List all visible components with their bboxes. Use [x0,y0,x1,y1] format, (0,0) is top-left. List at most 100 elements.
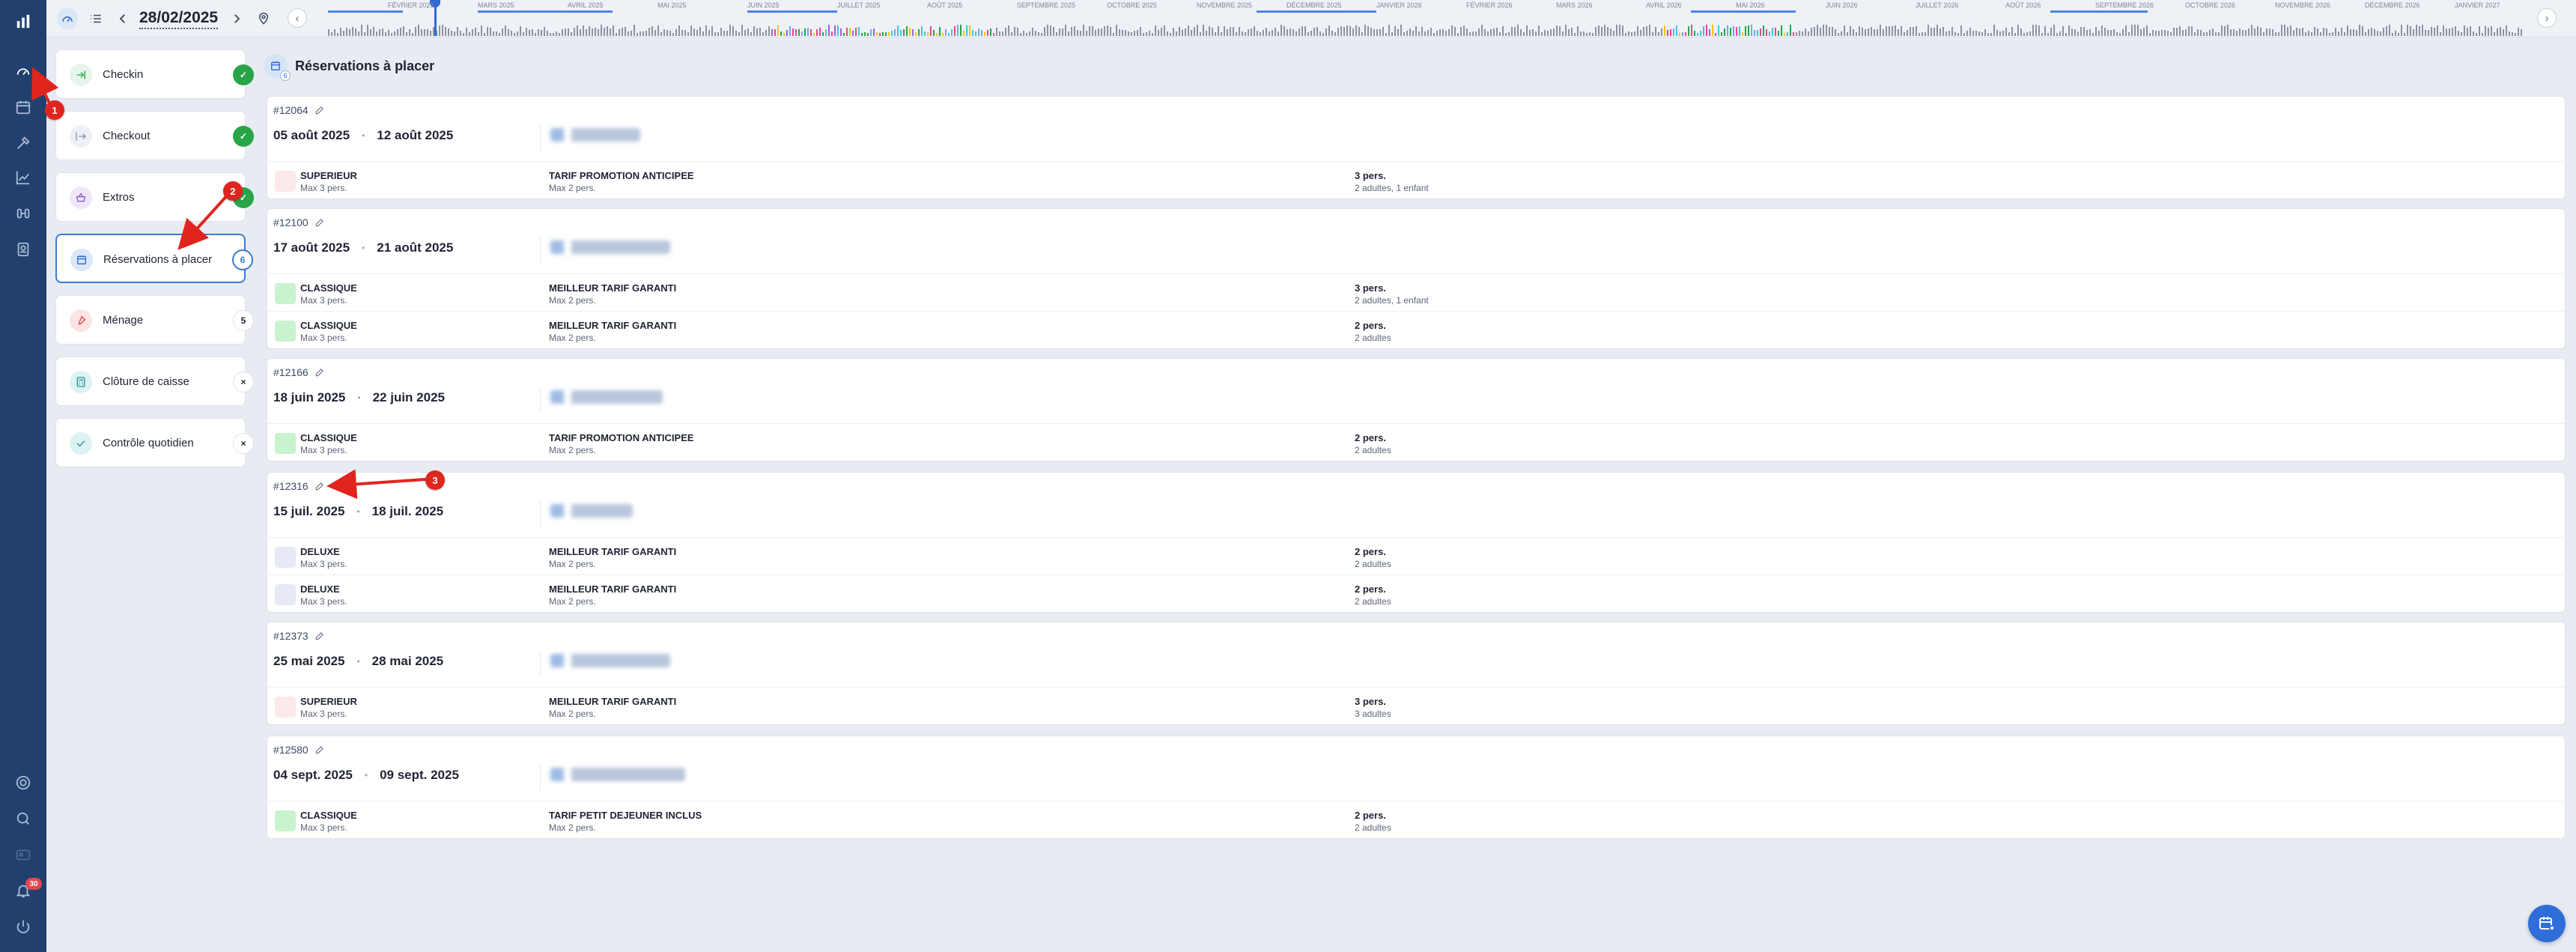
timeline-bar [2002,31,2004,36]
dashboard-icon[interactable] [12,60,34,82]
search-icon[interactable] [12,807,34,830]
timeline-bar [2155,31,2157,36]
timeline-bar [2476,33,2477,36]
timeline-bar [1892,26,1893,36]
dashboard-home-icon[interactable] [57,8,78,29]
room-row[interactable]: CLASSIQUE Max 3 pers. TARIF PROMOTION ANTI… [267,423,2565,461]
room-row[interactable]: CLASSIQUE Max 3 pers. MEILLEUR TARIF GARAN… [267,273,2565,311]
timeline-bar [2395,31,2396,36]
room-row[interactable]: CLASSIQUE Max 3 pers. MEILLEUR TARIF GARAN… [267,311,2565,348]
timeline-bar [1844,25,1845,36]
next-date-icon[interactable] [226,8,247,29]
task-card-cleaning[interactable]: Ménage 5 [55,295,254,345]
timeline-bar [472,29,473,36]
timeline-bar [523,32,524,36]
room-color-swatch [275,283,296,304]
timeline-bar [1385,33,1387,36]
edit-pencil-icon[interactable] [315,481,325,491]
room-capacity: Max 3 pers. [300,596,347,607]
timeline-bar [622,28,623,36]
timeline-bar [1931,28,1932,36]
task-card-reservations[interactable]: Réservations à placer 6 [55,234,253,283]
timeline-bar [1565,25,1567,36]
contacts-icon[interactable] [12,238,34,261]
timeline-bar [2263,32,2264,36]
timeline-bar [1194,27,1195,36]
timeline-bar [1481,25,1483,36]
edit-pencil-icon[interactable] [315,105,325,115]
timeline-bar [1580,31,1582,36]
timeline-bar [2485,26,2486,36]
current-date[interactable]: 28/02/2025 [139,8,219,29]
task-status-badge: 6 [232,249,253,270]
room-row[interactable]: SUPERIEUR Max 3 pers. MEILLEUR TARIF GARAN… [267,687,2565,724]
timeline-bar [1613,31,1614,36]
timeline-month-label: DÉCEMBRE 2025 [1287,1,1342,9]
timeline-next-button[interactable]: › [2537,8,2557,28]
prev-date-icon[interactable] [112,8,133,29]
reservation-card[interactable]: #12064 05 août 2025 • 12 août 2025 SUPERIEUR… [267,96,2566,199]
task-card-checkin[interactable]: Checkin ✓ [55,49,254,99]
room-row[interactable]: SUPERIEUR Max 3 pers. TARIF PROMOTION ANTI… [267,161,2565,198]
timeline-bar [478,32,479,36]
room-row[interactable]: CLASSIQUE Max 3 pers. TARIF PETIT DEJEUNER… [267,801,2565,838]
list-view-icon[interactable] [85,8,106,29]
timeline-bar [1679,33,1680,36]
annotation-marker-2: 2 [223,181,243,201]
calendar-icon[interactable] [12,96,34,118]
support-icon[interactable] [12,771,34,794]
timeline-bar [1559,26,1561,36]
timeline-bar [1382,27,1384,36]
guest-count: 3 pers. [1355,282,1386,294]
tools-icon[interactable] [12,132,34,154]
exchange-icon[interactable] [12,202,34,225]
task-card-extras[interactable]: Extros ✓ [55,172,254,222]
task-card-check[interactable]: Contrôle quotidien × [55,418,254,467]
task-card-checkout[interactable]: Checkout ✓ [55,111,254,160]
edit-pencil-icon[interactable] [315,367,325,378]
timeline-bar [2227,25,2229,36]
guest-count: 2 pers. [1355,432,1386,443]
timeline-bar [409,29,410,36]
timeline-prev-button[interactable]: ‹ [288,8,307,28]
timeline-bar [1871,27,1872,36]
reservation-card[interactable]: #12373 25 mai 2025 • 28 mai 2025 SUPERIEUR Ma… [267,622,2566,725]
timeline-bar [984,32,985,36]
timeline-bar [1284,26,1285,36]
room-row[interactable]: DELUXE Max 3 pers. MEILLEUR TARIF GARANTI M… [267,574,2565,612]
timeline-bar [2146,25,2148,36]
reservation-card[interactable]: #12580 04 sept. 2025 • 09 sept. 2025 CLASSIQ… [267,736,2566,839]
id-card-icon[interactable] [12,843,34,866]
location-pin-icon[interactable] [253,8,274,29]
reservation-card[interactable]: #12100 17 août 2025 • 21 août 2025 CLASSIQUE… [267,208,2566,349]
occupancy-timeline[interactable]: FÉVRIER 2025 MARS 2025 AVRIL 2025 MAI 2025 J… [328,0,2522,37]
guest-name-blurred [550,768,685,781]
page-title: Réservations à placer [295,58,435,73]
power-icon[interactable] [12,915,34,938]
timeline-bar [1655,27,1656,36]
timeline-bar [816,29,818,36]
timeline-bar [864,32,866,36]
edit-pencil-icon[interactable] [315,745,325,755]
timeline-bar [1676,25,1677,36]
logo-icon[interactable] [12,10,34,33]
timeline-bar [400,28,401,36]
timeline-bar [373,27,374,36]
task-card-cash-register[interactable]: Clôture de caisse × [55,357,254,406]
reservation-card[interactable]: #12316 15 juil. 2025 • 18 juil. 2025 DELUXE M… [267,472,2566,613]
timeline-bar [1143,33,1144,36]
timeline-bar [765,30,767,36]
timeline-bar [1083,25,1084,36]
room-row[interactable]: DELUXE Max 3 pers. MEILLEUR TARIF GARANTI M… [267,537,2565,574]
reservation-card[interactable]: #12166 18 juin 2025 • 22 juin 2025 CLASSIQUE… [267,358,2566,461]
edit-pencil-icon[interactable] [315,217,325,228]
timeline-bar [577,25,578,36]
edit-pencil-icon[interactable] [315,631,325,641]
chart-icon[interactable] [12,166,34,189]
timeline-bar [1107,25,1108,36]
timeline-bar [699,27,701,36]
floating-action-button[interactable] [2528,905,2566,942]
timeline-bar [1460,27,1462,36]
timeline-bar [654,30,656,36]
timeline-bar [813,33,815,36]
